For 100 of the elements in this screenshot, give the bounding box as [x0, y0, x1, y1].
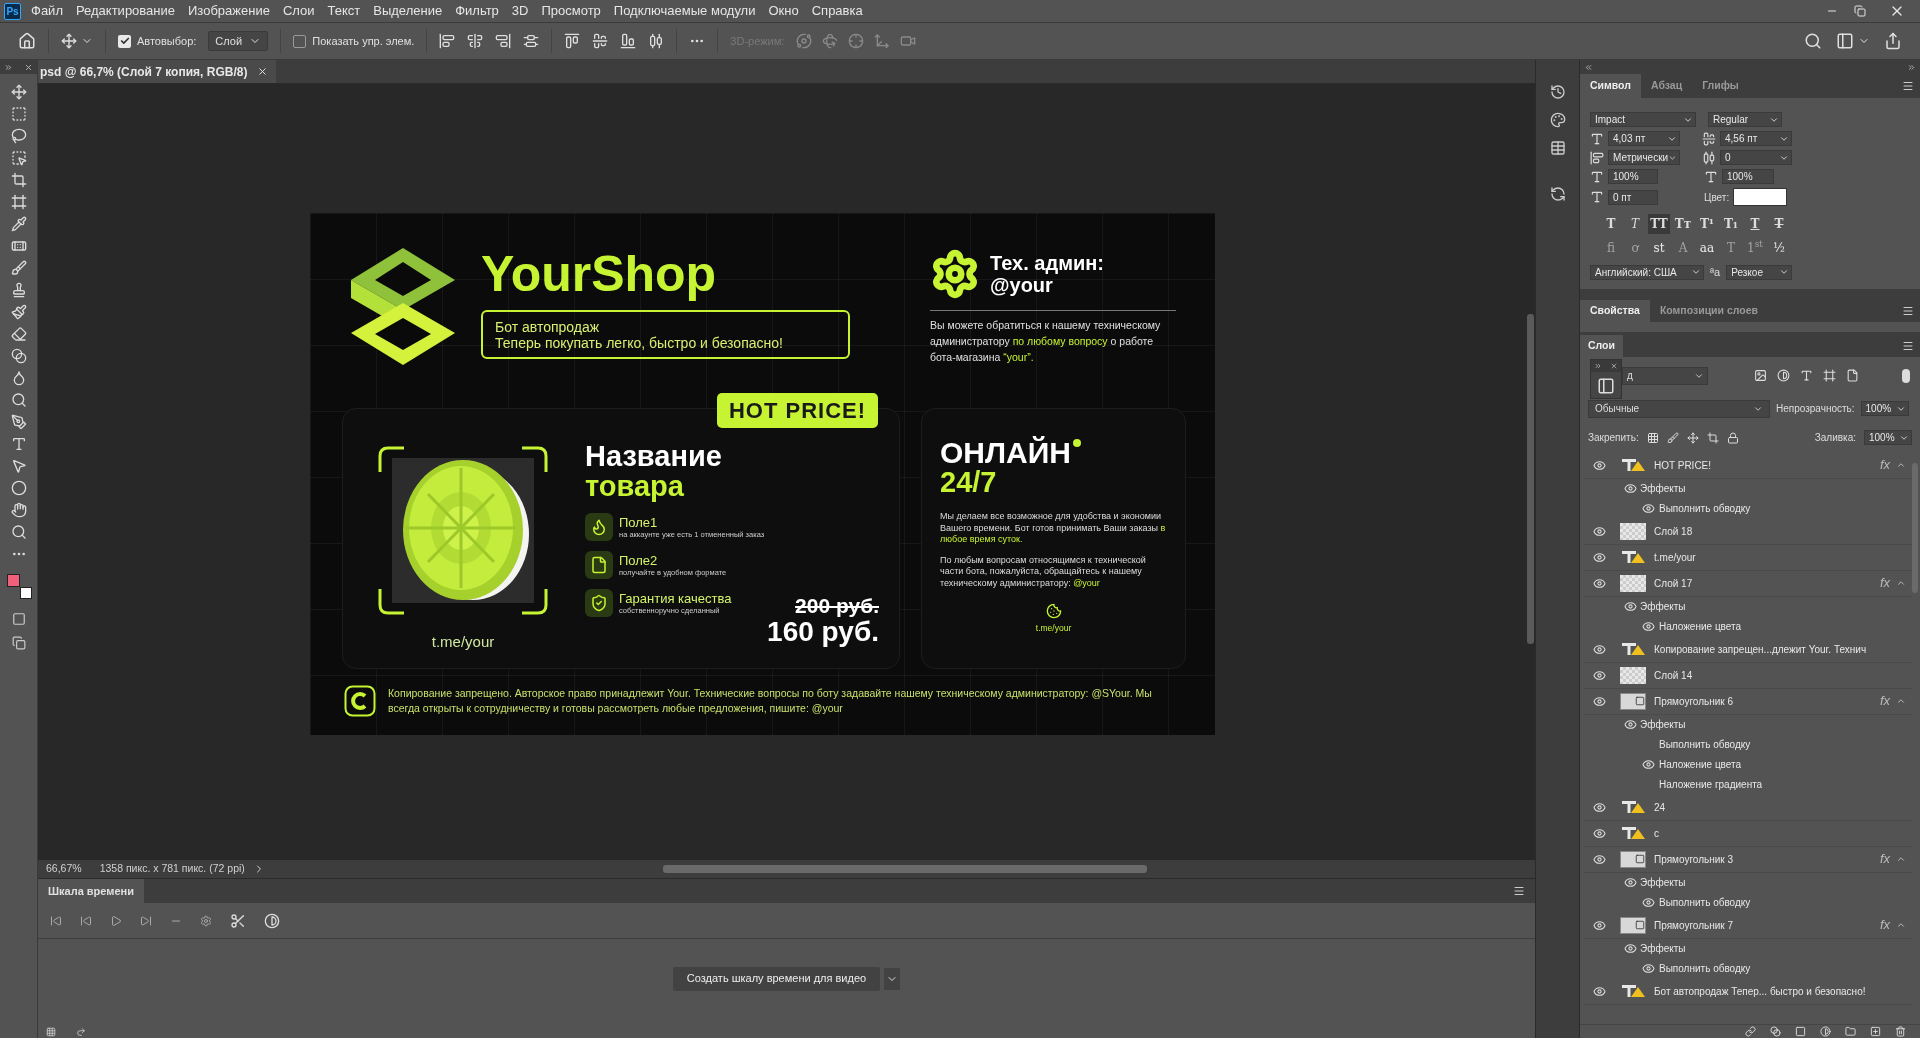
layer-row[interactable]: Слой 14	[1584, 662, 1912, 689]
text-style-button[interactable]: T	[1600, 214, 1622, 234]
effects-row[interactable]: Эффекты	[1584, 596, 1912, 617]
layer-row[interactable]: Копирование запрещен...длежит Your. Технич	[1584, 636, 1912, 663]
visibility-eye-icon[interactable]	[1642, 962, 1655, 975]
visibility-eye-icon[interactable]	[1624, 600, 1637, 613]
panel-menu-icon[interactable]	[1902, 80, 1914, 92]
filter-dropdown[interactable]: д	[1622, 366, 1708, 385]
input-field[interactable]: 100%	[1608, 169, 1658, 184]
menu-item[interactable]: Редактирование	[75, 1, 175, 21]
text-style-button[interactable]: T₁	[1720, 214, 1742, 234]
checkbox[interactable]	[293, 34, 307, 48]
visibility-eye-icon[interactable]	[1592, 458, 1606, 472]
zoom-tool-icon[interactable]	[10, 524, 27, 540]
adjustment-icon[interactable]	[1820, 1026, 1831, 1037]
visibility-eye-icon[interactable]	[1624, 718, 1637, 731]
input-field[interactable]: 0 пт	[1608, 189, 1658, 205]
type-filter-icon[interactable]	[1800, 369, 1813, 382]
lock-paint-icon[interactable]	[1666, 431, 1679, 444]
lasso-tool-icon[interactable]	[10, 128, 27, 144]
expand-icon[interactable]	[1594, 362, 1602, 370]
first-frame-icon[interactable]	[50, 914, 62, 927]
align-bottom-icon[interactable]	[620, 33, 637, 49]
frames-icon[interactable]	[46, 1027, 56, 1037]
brush-tool-icon[interactable]	[10, 260, 27, 276]
align-right-icon[interactable]	[495, 33, 512, 49]
ellipse-tool-icon[interactable]	[10, 480, 27, 496]
visibility-eye-icon[interactable]	[1592, 918, 1606, 932]
effects-row[interactable]: Эффекты	[1584, 938, 1912, 959]
link-icon[interactable]	[1745, 1026, 1756, 1037]
refresh-icon[interactable]	[1549, 186, 1566, 202]
layer-row[interactable]: Прямоугольник 7 fx	[1584, 912, 1912, 939]
collapse-icon[interactable]	[1584, 62, 1593, 72]
collapse-icon[interactable]	[1896, 696, 1906, 706]
foreground-color-swatch[interactable]	[6, 574, 20, 587]
eyedropper-tool-icon[interactable]	[10, 216, 27, 232]
lock-position-icon[interactable]	[1686, 431, 1699, 444]
align-center-icon[interactable]	[467, 33, 484, 49]
effect-row[interactable]: Наложение цвета	[1584, 616, 1912, 637]
new-layer-icon[interactable]	[1870, 1026, 1881, 1037]
effect-row[interactable]: Наложение градиента	[1584, 774, 1912, 795]
path-select-icon[interactable]	[10, 458, 27, 474]
visibility-eye-icon[interactable]	[1592, 826, 1606, 840]
layer-row[interactable]: Прямоугольник 6 fx	[1584, 688, 1912, 715]
menu-item[interactable]: Слои	[282, 1, 315, 21]
lock-artboard-icon[interactable]	[1706, 431, 1719, 444]
layer-row[interactable]: Слой 17 fx	[1584, 570, 1912, 597]
layer-row[interactable]: Прямоугольник 3 fx	[1584, 846, 1912, 873]
input-field[interactable]: Метрически	[1608, 150, 1680, 165]
mask-icon[interactable]	[1795, 1026, 1806, 1037]
workspace-icon[interactable]	[1836, 32, 1854, 50]
input-field[interactable]: Impact	[1590, 112, 1696, 127]
scissors-icon[interactable]	[230, 912, 246, 929]
menu-item[interactable]: Окно	[768, 1, 799, 21]
visibility-eye-icon[interactable]	[1592, 524, 1606, 538]
timeline-tab[interactable]: Шкала времени	[38, 879, 144, 903]
visibility-eye-icon[interactable]	[1642, 758, 1655, 771]
visibility-eye-icon[interactable]	[1642, 502, 1655, 515]
opentype-button[interactable]: st	[1648, 238, 1670, 258]
input-field[interactable]: 100%	[1864, 430, 1912, 445]
move-tool-icon[interactable]	[61, 33, 77, 49]
layer-row[interactable]: Слой 18	[1584, 518, 1912, 545]
bandage-tool-icon[interactable]	[10, 238, 27, 254]
transition-icon[interactable]	[264, 912, 280, 929]
expand-icon[interactable]	[1907, 62, 1916, 72]
panel-tab[interactable]: Свойства	[1580, 299, 1650, 322]
effect-row[interactable]: Выполнить обводку	[1584, 498, 1912, 519]
visibility-eye-icon[interactable]	[1592, 800, 1606, 814]
palette-icon[interactable]	[1549, 112, 1566, 128]
eraser-tool-icon[interactable]	[10, 326, 27, 342]
collapse-icon[interactable]	[1896, 578, 1906, 588]
crop-tool-icon[interactable]	[10, 172, 27, 188]
text-style-button[interactable]: Tт	[1672, 214, 1694, 234]
menu-item[interactable]: 3D	[511, 1, 529, 21]
play-icon[interactable]	[110, 914, 122, 927]
menu-item[interactable]: Выделение	[373, 1, 443, 21]
collapse-icon[interactable]	[1896, 854, 1906, 864]
table-icon[interactable]	[1549, 140, 1566, 156]
dropdown-button[interactable]	[884, 967, 901, 990]
menu-item[interactable]: Текст	[327, 1, 361, 21]
screen-mode-icon[interactable]	[11, 636, 26, 650]
input-field[interactable]: Regular	[1708, 112, 1782, 127]
hand-tool-icon[interactable]	[10, 502, 27, 518]
collapse-icon[interactable]	[1896, 920, 1906, 930]
frame-tool-icon[interactable]	[10, 194, 27, 210]
effects-row[interactable]: Эффекты	[1584, 714, 1912, 735]
align-middle-icon[interactable]	[592, 33, 609, 49]
lock-pixels-icon[interactable]	[1646, 431, 1659, 444]
effect-row[interactable]: Наложение цвета	[1584, 754, 1912, 775]
trash-icon[interactable]	[1895, 1026, 1906, 1037]
visibility-eye-icon[interactable]	[1592, 668, 1606, 682]
panel-tab[interactable]: Композиции слоев	[1649, 299, 1768, 322]
layer-row[interactable]: с	[1584, 820, 1912, 847]
layer-row[interactable]: t.me/your	[1584, 544, 1912, 571]
close-icon[interactable]	[1610, 362, 1618, 370]
menu-item[interactable]: Просмотр	[541, 1, 601, 21]
next-frame-icon[interactable]	[140, 914, 152, 927]
panel-tab[interactable]: Абзац	[1640, 74, 1693, 98]
document-tab[interactable]: psd @ 66,7% (Слой 7 копия, RGB/8)	[38, 60, 277, 83]
share-icon[interactable]	[1884, 32, 1902, 50]
